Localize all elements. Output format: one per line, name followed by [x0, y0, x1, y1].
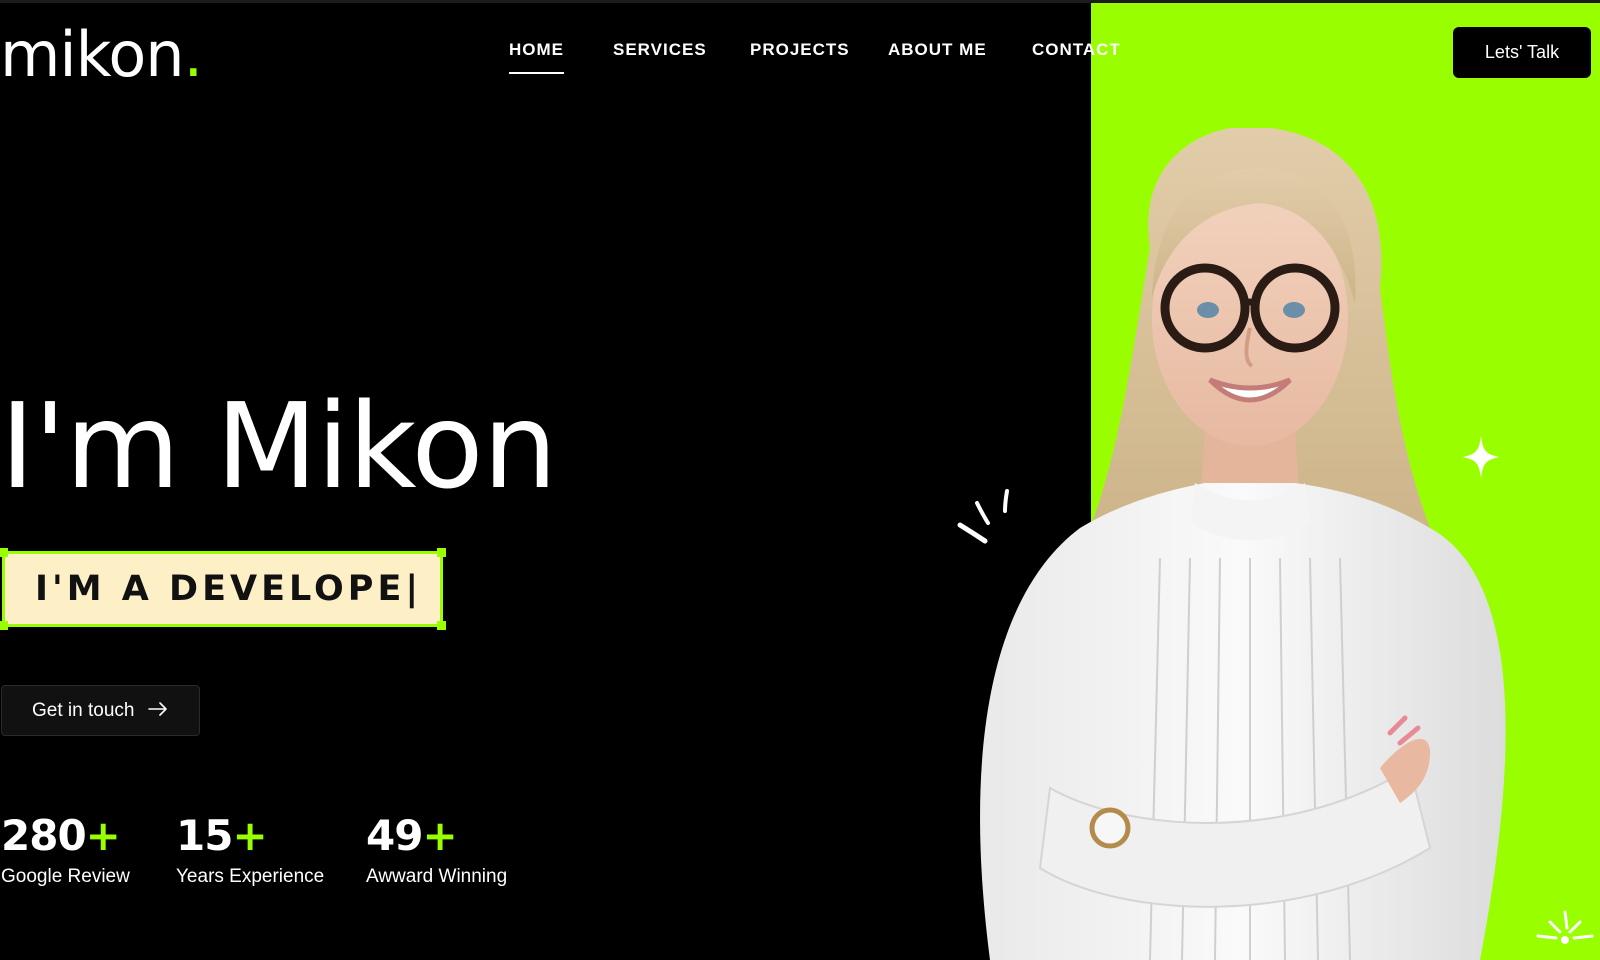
- selection-handle: [0, 548, 8, 557]
- selection-handle: [437, 548, 446, 557]
- nav-about-me[interactable]: ABOUT ME: [888, 40, 987, 60]
- selection-handle: [0, 621, 8, 630]
- arrow-right-icon: [148, 699, 168, 722]
- typing-highlight: I'M A DEVELOPE|: [0, 548, 446, 630]
- hero-title: I'm Mikon: [0, 377, 557, 515]
- stat-label: Google Review: [1, 866, 130, 887]
- stat-label: Awward Winning: [366, 866, 508, 887]
- star-burst-icon: [1536, 910, 1594, 944]
- main-nav: HOME SERVICES PROJECTS ABOUT ME CONTACT: [0, 40, 1600, 74]
- get-in-touch-label: Get in touch: [32, 699, 135, 721]
- stat-value: 280+: [1, 811, 121, 860]
- nav-projects[interactable]: PROJECTS: [750, 40, 850, 60]
- nav-services[interactable]: SERVICES: [613, 40, 707, 60]
- nav-contact[interactable]: CONTACT: [1032, 40, 1121, 60]
- stat-years-experience: 15+ Years Experience: [176, 812, 324, 888]
- nav-home[interactable]: HOME: [509, 40, 564, 74]
- stat-value: 15+: [176, 811, 268, 860]
- get-in-touch-button[interactable]: Get in touch: [1, 685, 200, 736]
- portrait-image: [980, 128, 1506, 960]
- typing-text: I'M A DEVELOPE|: [35, 569, 423, 609]
- selection-handle: [437, 621, 446, 630]
- stat-label: Years Experience: [176, 866, 325, 887]
- stat-google-review: 280+ Google Review: [1, 812, 130, 888]
- stat-value: 49+: [366, 811, 458, 860]
- stat-award-winning: 49+ Awward Winning: [366, 812, 507, 888]
- lets-talk-button[interactable]: Lets' Talk: [1453, 27, 1591, 78]
